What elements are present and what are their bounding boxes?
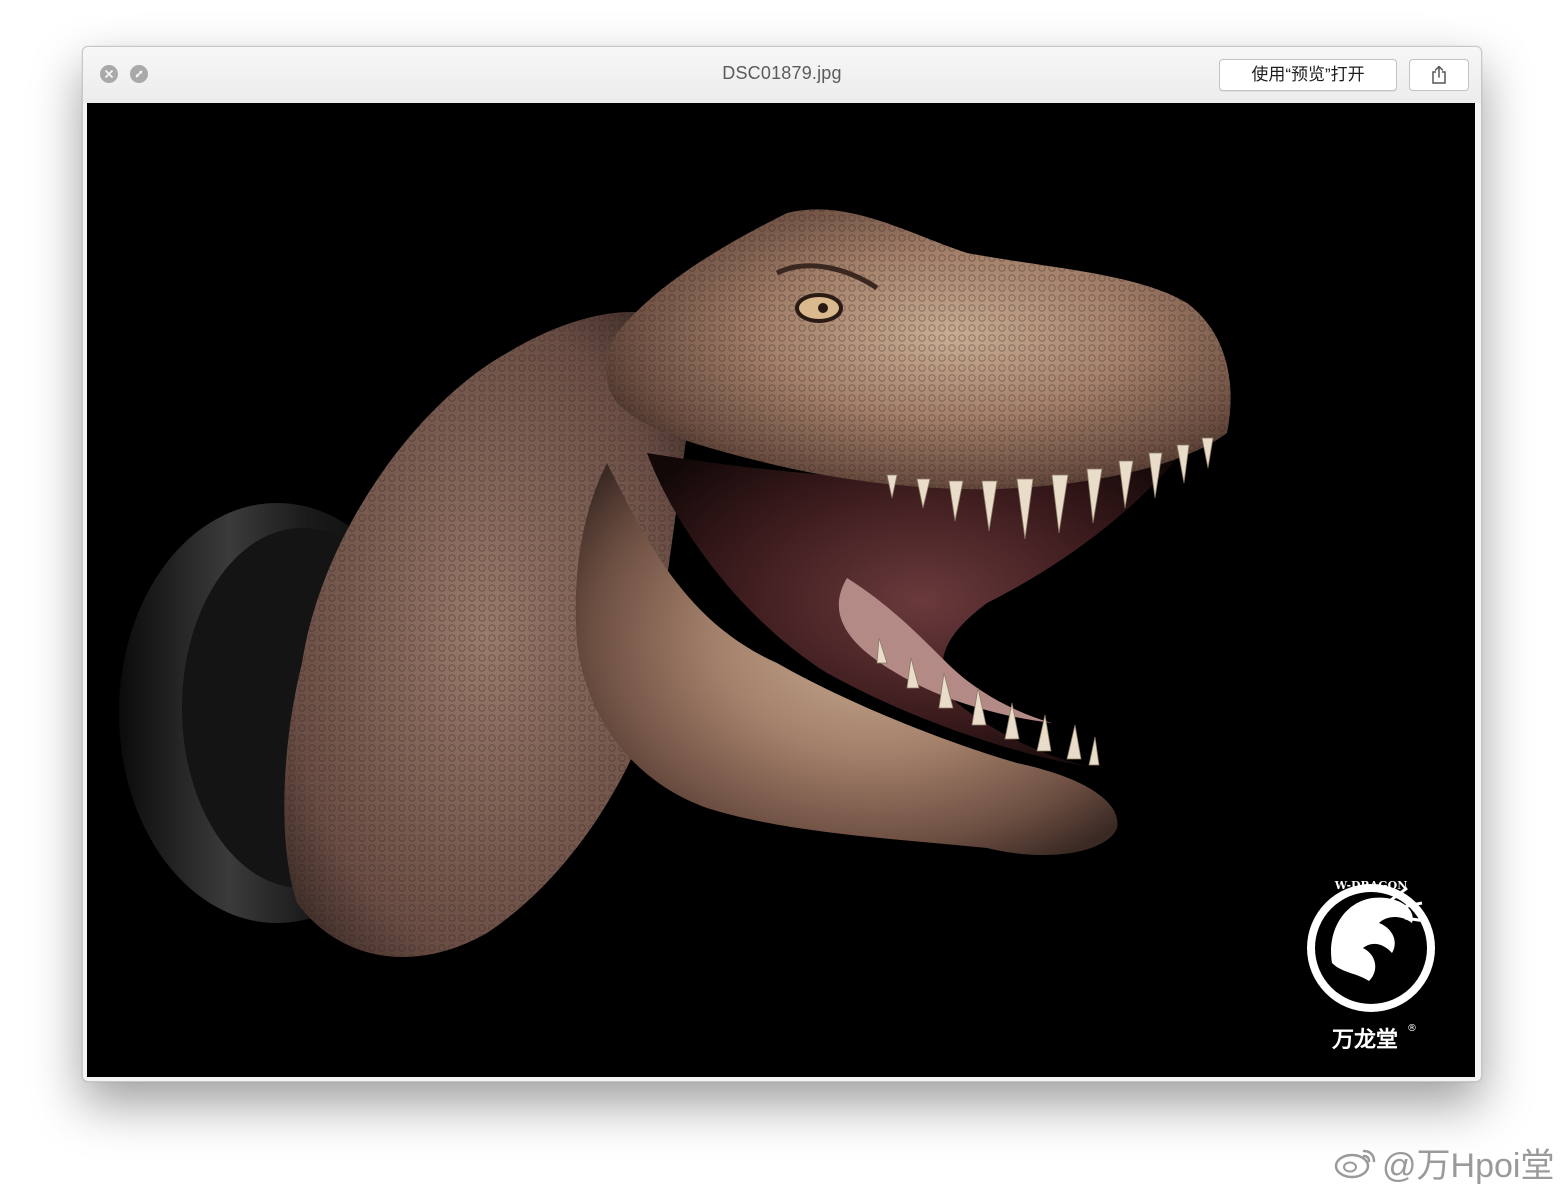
share-button[interactable] [1409,59,1469,91]
watermark-text: @万Hpoi堂 [1382,1146,1555,1185]
logo-registered-mark: ® [1407,1023,1417,1034]
weibo-icon [1334,1149,1376,1179]
share-icon [1432,65,1446,84]
logo-arc-text: W-DRAGON [1334,879,1408,892]
open-with-preview-button[interactable]: 使用“预览”打开 [1219,59,1397,91]
titlebar: DSC01879.jpg 使用“预览”打开 [83,47,1481,103]
photo: W-DRAGON 万龙堂 ® [119,209,1435,1053]
brand-logo: W-DRAGON 万龙堂 ® [1307,879,1435,1053]
photo-viewport: W-DRAGON 万龙堂 ® [87,103,1475,1077]
quicklook-window: DSC01879.jpg 使用“预览”打开 W-DRAGON 万龙堂 ® [82,46,1482,1082]
logo-brand-cn: 万龙堂 [1331,1028,1398,1053]
watermark: @万Hpoi堂 [1334,1142,1554,1185]
